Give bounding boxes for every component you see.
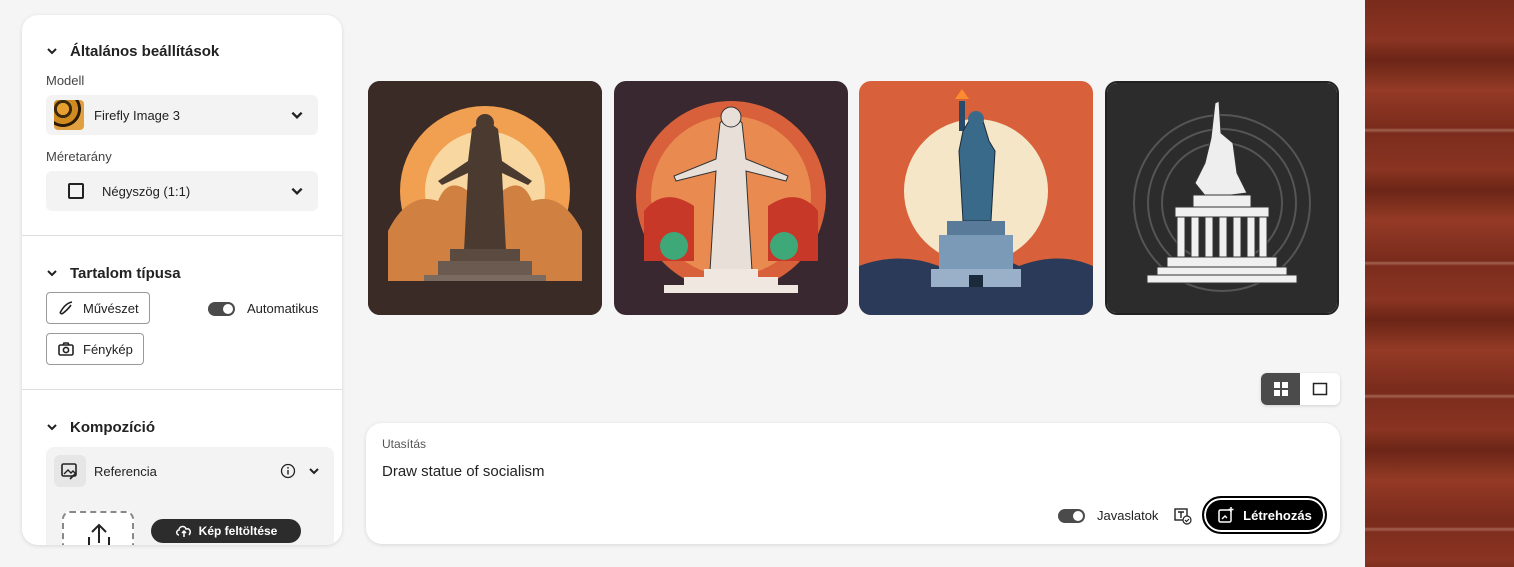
content-type-title: Tartalom típusa <box>70 264 181 282</box>
aspect-value: Négyszög (1:1) <box>102 183 191 199</box>
statue-golden-sunset-image <box>368 81 602 315</box>
text-check-icon[interactable] <box>1174 507 1192 525</box>
square-icon <box>68 183 84 199</box>
suggestions-toggle[interactable]: Javaslatok <box>1058 508 1158 523</box>
art-button[interactable]: Művészet <box>46 292 150 324</box>
composition-header[interactable]: Kompozíció <box>46 415 155 439</box>
composition-title: Kompozíció <box>70 418 155 436</box>
suggestions-label: Javaslatok <box>1097 508 1159 523</box>
chevron-down-icon <box>47 424 57 431</box>
content-type-header[interactable]: Tartalom típusa <box>46 261 181 285</box>
chevron-down-icon <box>47 48 57 55</box>
reference-image-icon <box>54 455 86 487</box>
grid-icon <box>1273 382 1288 396</box>
create-label: Létrehozás <box>1243 507 1312 523</box>
prompt-label: Utasítás <box>382 437 427 451</box>
divider <box>22 389 342 390</box>
create-button[interactable]: Létrehozás <box>1202 496 1327 534</box>
cloud-upload-icon <box>175 525 191 537</box>
statue-monochrome-image <box>1107 83 1337 313</box>
brush-icon <box>59 301 73 315</box>
upload-image-button[interactable]: Kép feltöltése <box>151 519 301 543</box>
generated-image-3[interactable] <box>859 81 1093 315</box>
general-settings-title: Általános beállítások <box>70 42 220 60</box>
generated-image-1[interactable] <box>368 81 602 315</box>
view-mode-toggle <box>1261 373 1340 405</box>
chevron-down-icon[interactable] <box>308 465 320 477</box>
square-icon <box>1312 382 1327 396</box>
reference-card: Referencia Kép feltöltése <box>46 447 334 545</box>
general-settings-header[interactable]: Általános beállítások <box>46 39 219 63</box>
toggle-switch[interactable] <box>208 301 235 316</box>
aspect-label: Méretarány <box>46 149 112 164</box>
prompt-box: Utasítás Draw statue of socialism Javasl… <box>366 423 1340 544</box>
photo-label: Fénykép <box>83 341 133 357</box>
upload-label: Kép feltöltése <box>198 524 278 538</box>
camera-icon <box>58 342 74 356</box>
model-select[interactable]: Firefly Image 3 <box>46 95 318 135</box>
divider <box>22 235 342 236</box>
chevron-down-icon <box>291 187 303 195</box>
model-label: Modell <box>46 73 85 88</box>
auto-toggle[interactable]: Automatikus <box>208 301 319 316</box>
aspect-select[interactable]: Négyszög (1:1) <box>46 171 318 211</box>
statue-of-liberty-image <box>859 81 1093 315</box>
generated-image-4[interactable] <box>1105 81 1339 315</box>
chevron-down-icon <box>47 270 57 277</box>
model-thumbnail-icon <box>54 100 84 130</box>
info-icon[interactable] <box>280 463 296 479</box>
statue-toga-orange-circle-image <box>614 81 848 315</box>
generated-image-2[interactable] <box>614 81 848 315</box>
reference-label: Referencia <box>94 464 157 479</box>
wood-background <box>1365 0 1514 567</box>
art-label: Művészet <box>83 300 139 316</box>
prompt-input[interactable]: Draw statue of socialism <box>382 463 545 480</box>
auto-label: Automatikus <box>247 301 319 316</box>
photo-button[interactable]: Fénykép <box>46 333 144 365</box>
generate-image-icon <box>1218 507 1234 523</box>
toggle-switch[interactable] <box>1058 508 1085 523</box>
grid-view-button[interactable] <box>1261 373 1300 405</box>
upload-dropzone[interactable] <box>62 511 134 545</box>
settings-panel: Általános beállítások Modell Firefly Ima… <box>22 15 342 545</box>
model-value: Firefly Image 3 <box>94 107 180 123</box>
upload-icon <box>88 523 110 545</box>
chevron-down-icon <box>291 111 303 119</box>
single-view-button[interactable] <box>1300 373 1339 405</box>
